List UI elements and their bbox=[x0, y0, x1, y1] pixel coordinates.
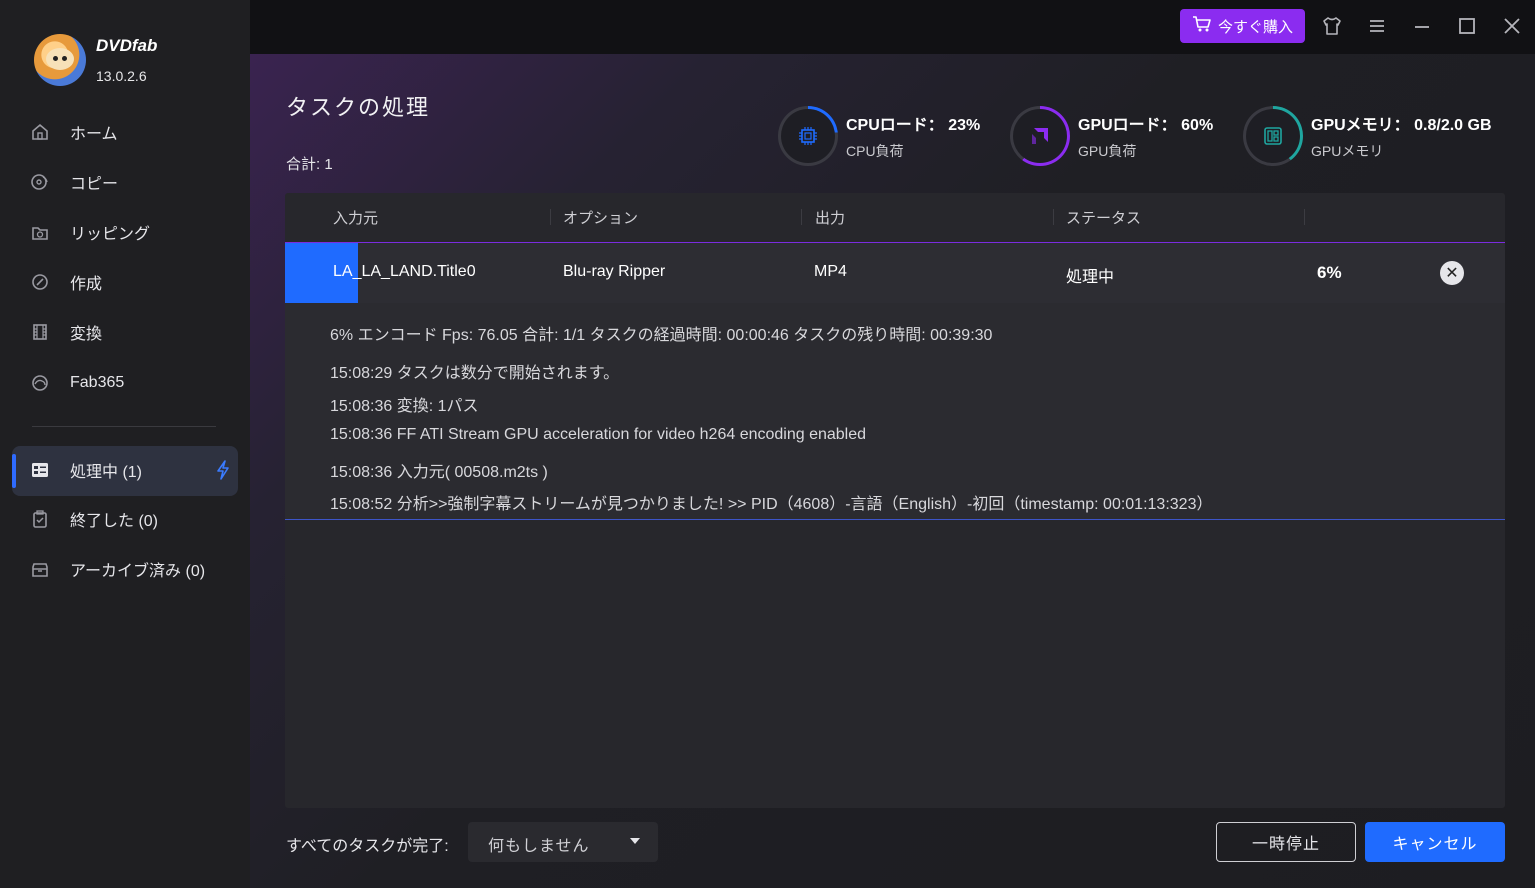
row-source: LA_LA_LAND.Title0 bbox=[333, 263, 476, 280]
sidebar-item-label: 変換 bbox=[70, 326, 103, 343]
cpu-load-value: 23% bbox=[948, 117, 981, 134]
task-log: 6% エンコード Fps: 76.05 合計: 1/1 タスクの経過時間: 00… bbox=[285, 303, 1505, 520]
column-separator bbox=[1304, 209, 1305, 225]
cpu-load-readout: CPUロード： 23% bbox=[846, 111, 980, 135]
after-complete-value: 何もしません bbox=[488, 838, 590, 855]
cpu-load-label: CPUロード： bbox=[846, 117, 944, 134]
close-window-icon[interactable] bbox=[1500, 14, 1524, 38]
column-header-output: 出力 bbox=[815, 210, 846, 227]
logo-eye bbox=[53, 56, 58, 61]
sidebar-item-fab365[interactable]: Fab365 bbox=[30, 363, 230, 403]
log-line: 15:08:36 変換: 1パス bbox=[330, 398, 479, 415]
sidebar-item-label: 作成 bbox=[70, 276, 103, 293]
lightning-icon bbox=[214, 460, 232, 485]
cloud-icon bbox=[30, 373, 50, 393]
gpu-memory-readout: GPUメモリ： 0.8/2.0 GB bbox=[1311, 111, 1492, 135]
log-line: 15:08:29 タスクは数分で開始されます。 bbox=[330, 365, 620, 382]
sidebar-item-copy[interactable]: コピー bbox=[30, 162, 230, 202]
cpu-ring bbox=[778, 106, 838, 166]
gpu-memory-label: GPUメモリ： bbox=[1311, 117, 1410, 134]
cancel-button[interactable]: キャンセル bbox=[1365, 822, 1505, 862]
menu-icon[interactable] bbox=[1365, 14, 1389, 38]
sidebar-item-label: 処理中 (1) bbox=[70, 464, 143, 481]
sidebar-divider bbox=[32, 426, 216, 427]
sidebar-item-ripping[interactable]: リッピング bbox=[30, 212, 230, 252]
maximize-icon[interactable] bbox=[1455, 14, 1479, 38]
column-separator bbox=[1053, 209, 1054, 225]
film-icon bbox=[30, 322, 50, 342]
sidebar-item-label: コピー bbox=[70, 176, 119, 193]
log-line: 15:08:52 分析>>強制字幕ストリームが見つかりました! >> PID（4… bbox=[330, 496, 1213, 513]
table-row[interactable]: LA_LA_LAND.Title0 Blu-ray Ripper MP4 処理中… bbox=[285, 242, 1505, 303]
after-complete-select[interactable]: 何もしません bbox=[468, 822, 658, 862]
cpu-meter: CPUロード： 23% CPU負荷 bbox=[778, 106, 980, 166]
remove-task-button[interactable]: ✕ bbox=[1440, 261, 1464, 285]
ripping-icon bbox=[30, 222, 50, 242]
amd-gpu-icon bbox=[1013, 109, 1067, 163]
row-percent: 6% bbox=[1317, 263, 1342, 282]
sidebar-item-convert[interactable]: 変換 bbox=[30, 312, 230, 352]
cpu-chip-icon bbox=[781, 109, 835, 163]
sidebar-item-label: アーカイブ済み (0) bbox=[70, 563, 206, 580]
archive-icon bbox=[30, 559, 50, 579]
copy-disc-icon bbox=[30, 172, 50, 192]
page-title: タスクの処理 bbox=[286, 95, 431, 120]
sidebar-item-create[interactable]: 作成 bbox=[30, 262, 230, 302]
column-separator bbox=[801, 209, 802, 225]
gpu-load-readout: GPUロード： 60% bbox=[1078, 111, 1213, 135]
log-line: 15:08:36 FF ATI Stream GPU acceleration … bbox=[330, 426, 867, 443]
sidebar-item-processing[interactable]: 処理中 (1) bbox=[30, 450, 235, 490]
task-table: 入力元 オプション 出力 ステータス LA_LA_LAND.Title0 Blu… bbox=[285, 193, 1505, 808]
sidebar-item-home[interactable]: ホーム bbox=[30, 112, 230, 152]
gpu-memory-ring bbox=[1243, 106, 1303, 166]
active-indicator bbox=[12, 454, 16, 488]
cpu-load-sub: CPU負荷 bbox=[846, 143, 904, 159]
sidebar-item-label: 終了した (0) bbox=[70, 513, 159, 530]
chevron-down-icon bbox=[630, 838, 640, 844]
log-line: 15:08:36 入力元( 00508.m2ts ) bbox=[330, 464, 548, 481]
minimize-icon[interactable] bbox=[1410, 14, 1434, 38]
task-total: 合計: 1 bbox=[286, 156, 333, 173]
dvdfab-logo bbox=[34, 34, 86, 86]
gpu-memory-sub: GPUメモリ bbox=[1311, 143, 1384, 159]
column-header-option: オプション bbox=[563, 210, 639, 227]
row-output: MP4 bbox=[814, 263, 847, 280]
skin-shirt-icon[interactable] bbox=[1320, 14, 1344, 38]
cart-icon bbox=[1192, 15, 1212, 37]
gpu-load-sub: GPU負荷 bbox=[1078, 143, 1137, 159]
buy-now-label: 今すぐ購入 bbox=[1217, 18, 1293, 36]
sidebar: DVDfab 13.0.2.6 ホーム コピー リッピング 作成 変換 Fab3… bbox=[0, 0, 250, 888]
gpu-memory-meter: GPUメモリ： 0.8/2.0 GB GPUメモリ bbox=[1243, 106, 1492, 166]
sidebar-item-label: Fab365 bbox=[70, 374, 125, 391]
clipboard-check-icon bbox=[30, 509, 50, 529]
home-icon bbox=[30, 122, 50, 142]
column-header-status: ステータス bbox=[1066, 210, 1142, 227]
sidebar-item-finished[interactable]: 終了した (0) bbox=[30, 499, 230, 539]
sidebar-item-archived[interactable]: アーカイブ済み (0) bbox=[30, 549, 240, 589]
buy-now-button[interactable]: 今すぐ購入 bbox=[1180, 9, 1305, 43]
gpu-memory-value: 0.8/2.0 GB bbox=[1414, 117, 1492, 134]
create-disc-icon bbox=[30, 272, 50, 292]
logo-eye bbox=[62, 56, 67, 61]
table-header: 入力元 オプション 出力 ステータス bbox=[285, 193, 1505, 241]
gpu-meter: GPUロード： 60% GPU負荷 bbox=[1010, 106, 1213, 166]
app-version: 13.0.2.6 bbox=[96, 68, 147, 84]
logo-face bbox=[46, 48, 74, 70]
gpu-load-value: 60% bbox=[1181, 117, 1214, 134]
brand-name: DVDfab bbox=[96, 36, 158, 55]
memory-icon bbox=[1246, 109, 1300, 163]
gpu-ring bbox=[1010, 106, 1070, 166]
list-icon bbox=[30, 460, 50, 480]
column-separator bbox=[550, 209, 551, 225]
column-header-source: 入力元 bbox=[333, 210, 379, 227]
sidebar-item-label: ホーム bbox=[70, 126, 118, 143]
gpu-load-label: GPUロード： bbox=[1078, 117, 1177, 134]
row-option: Blu-ray Ripper bbox=[563, 263, 666, 280]
log-line: 6% エンコード Fps: 76.05 合計: 1/1 タスクの経過時間: 00… bbox=[330, 327, 993, 344]
sidebar-item-label: リッピング bbox=[70, 226, 151, 243]
row-status: 処理中 bbox=[1066, 269, 1115, 286]
pause-button[interactable]: 一時停止 bbox=[1216, 822, 1356, 862]
after-complete-label: すべてのタスクが完了: bbox=[286, 838, 449, 855]
